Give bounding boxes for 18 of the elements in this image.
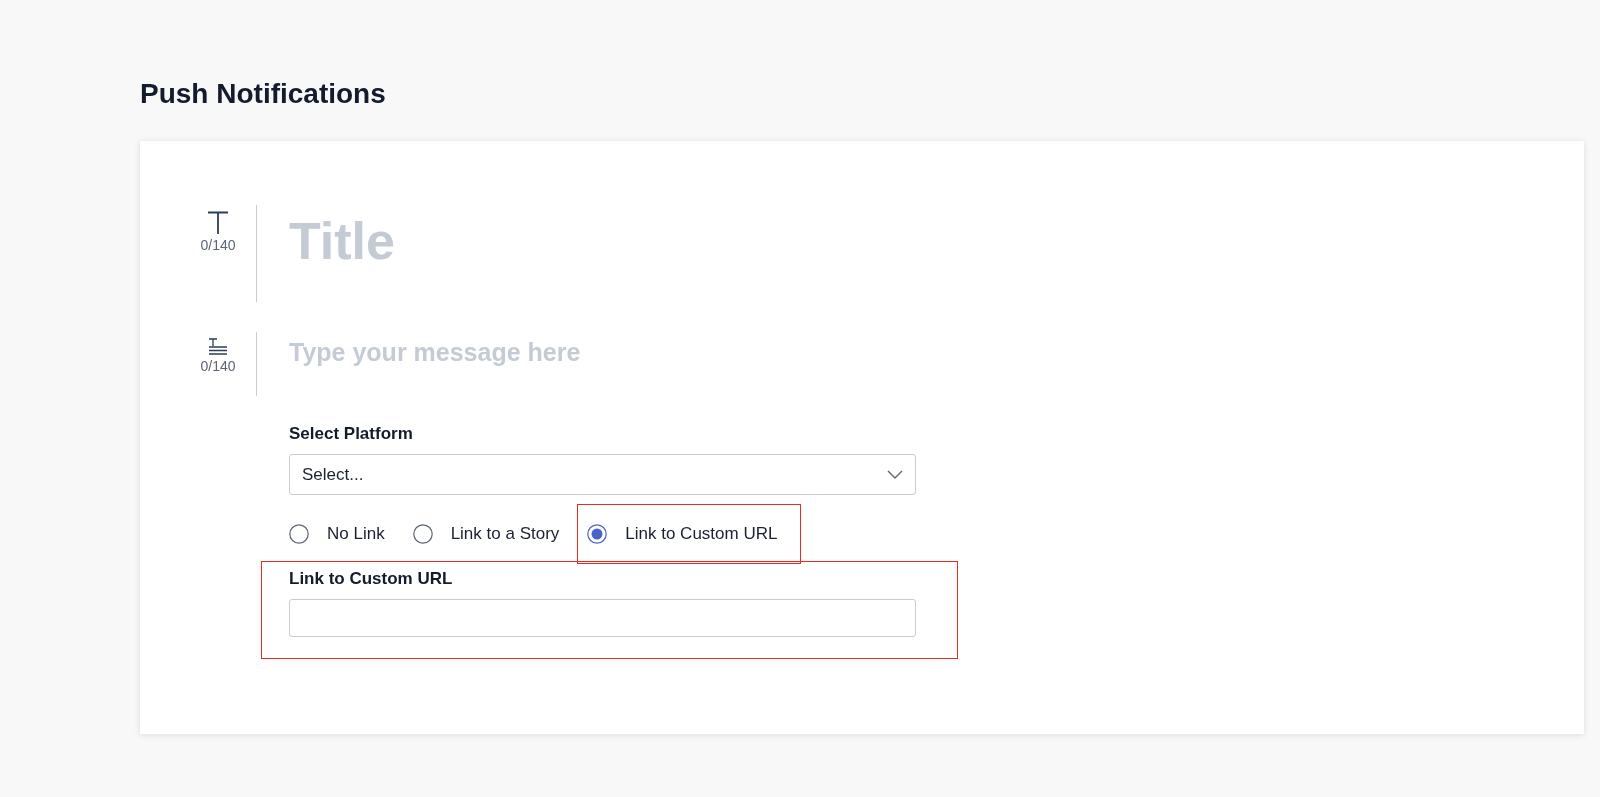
title-input[interactable]: Title — [257, 201, 989, 281]
link-option[interactable]: Link to a Story — [412, 524, 560, 544]
radio-button[interactable] — [412, 524, 433, 544]
link-option[interactable]: Link to Custom URL — [587, 524, 778, 544]
message-input[interactable]: Type your message here — [257, 332, 989, 372]
character-counter: 0/140 — [200, 237, 236, 253]
character-counter: 0/140 — [200, 358, 236, 374]
radio-button[interactable] — [289, 524, 309, 544]
platform-dropdown[interactable]: Select... — [289, 454, 916, 495]
field-label: Select Platform — [289, 424, 414, 444]
radio-button[interactable] — [587, 524, 608, 544]
url-input[interactable] — [289, 599, 916, 637]
link-option[interactable]: No Link — [289, 524, 385, 544]
field-label: Link to Custom URL — [289, 569, 454, 589]
chevron-down-icon — [887, 470, 903, 479]
text-icon — [207, 211, 229, 235]
page-title: Push Notifications — [140, 78, 387, 110]
paragraph-icon — [208, 338, 228, 356]
